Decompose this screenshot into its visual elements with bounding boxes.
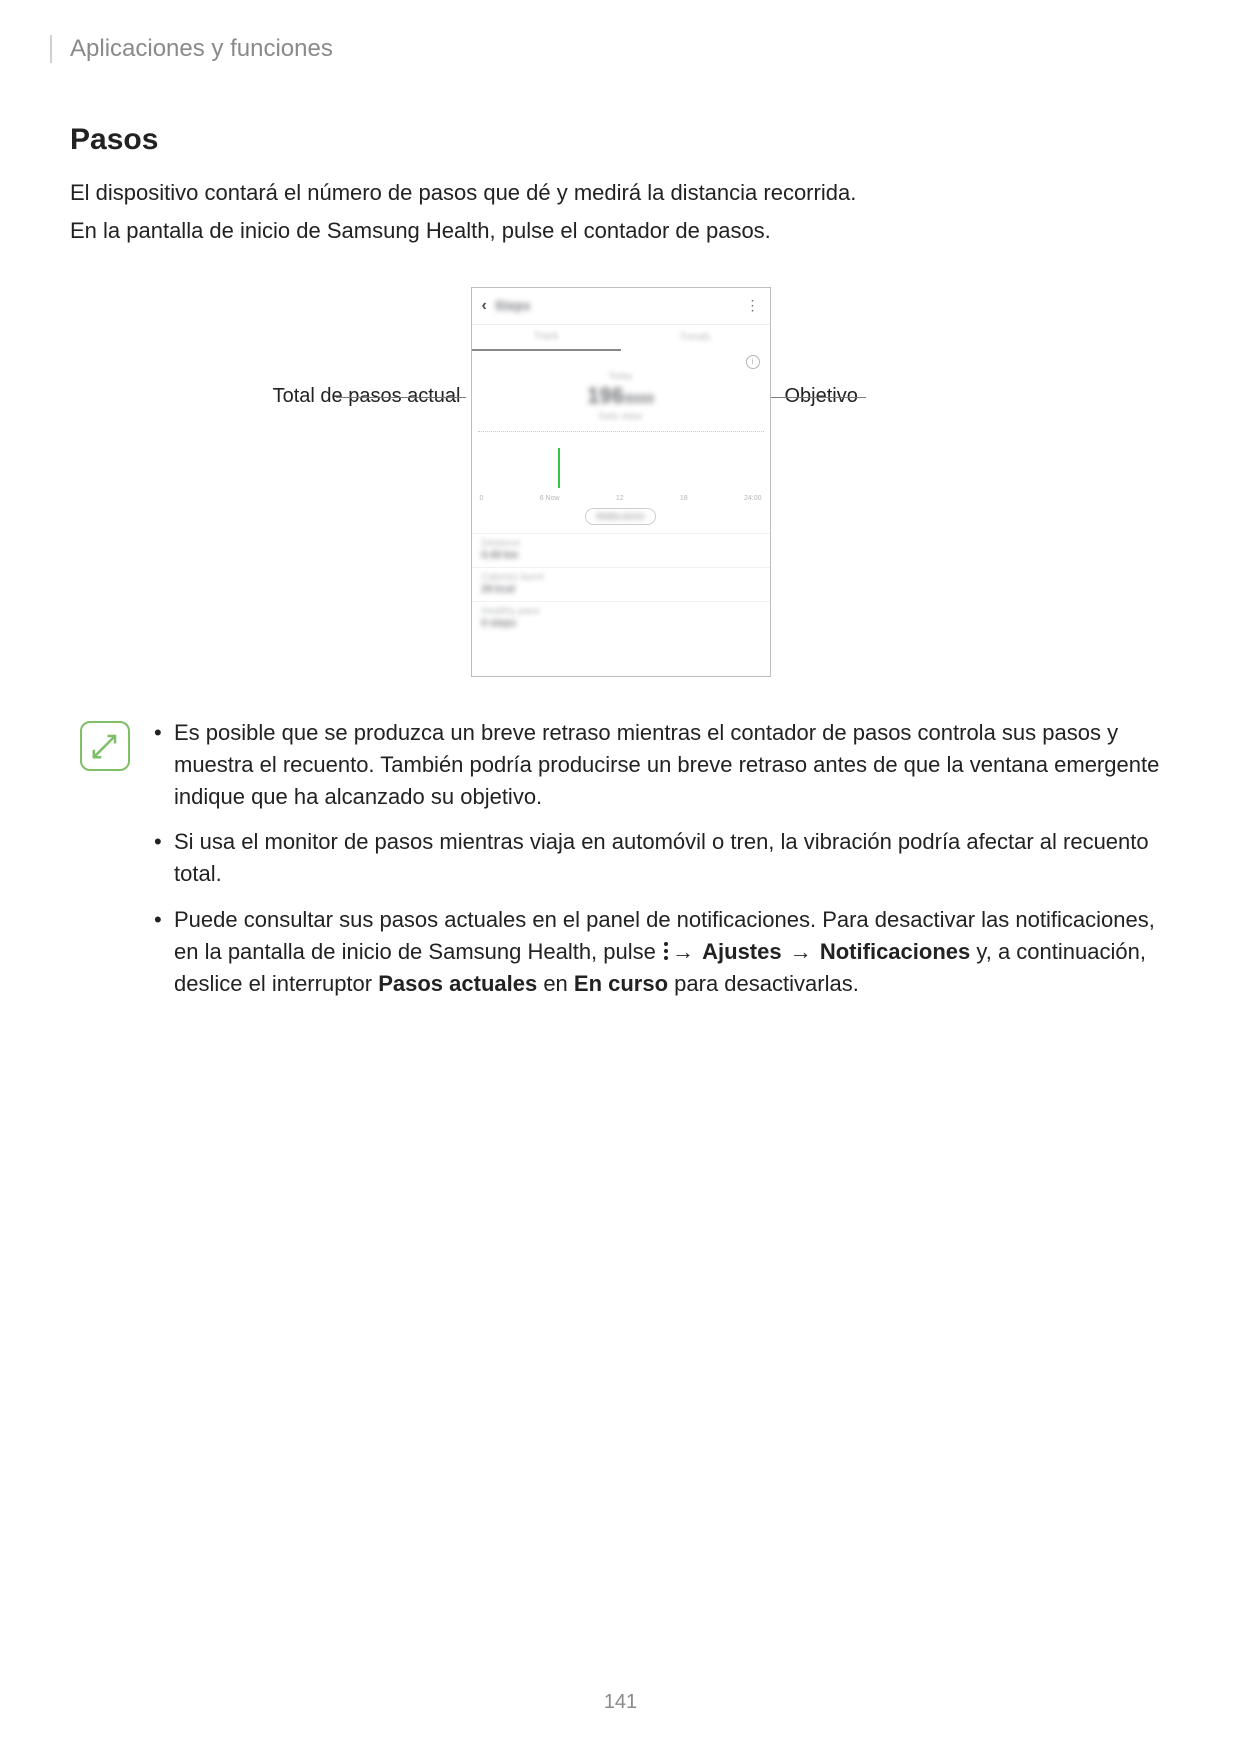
leader-line-left: [336, 397, 466, 398]
chart-bar: [558, 448, 560, 488]
breadcrumb: Aplicaciones y funciones: [50, 35, 1171, 63]
axis-tick: 6 Now: [540, 495, 560, 502]
list-item: Calories burnt 29 kcal: [472, 567, 770, 601]
today-label: Today: [608, 371, 632, 381]
axis-tick: 24:00: [744, 495, 762, 502]
more-icon[interactable]: ⋮: [746, 297, 760, 314]
daily-steps-label: Daily steps: [598, 411, 642, 421]
row-value: 0.49 km: [482, 550, 760, 561]
figure: Total de pasos actual Objetivo ‹ Steps ⋮…: [301, 287, 941, 687]
row-value: 0 steps: [482, 618, 760, 629]
page-number: 141: [0, 1691, 1241, 1714]
bold-ajustes: Ajustes: [702, 939, 781, 964]
axis-tick: 18: [680, 495, 688, 502]
axis-tick: 12: [616, 495, 624, 502]
notes-list: Es posible que se produzca un breve retr…: [150, 717, 1171, 1014]
tab-track[interactable]: Track: [472, 325, 621, 351]
intro-paragraph-1: El dispositivo contará el número de paso…: [70, 177, 1171, 209]
screen-title: Steps: [495, 298, 530, 313]
back-icon[interactable]: ‹: [482, 297, 487, 315]
note-item: Si usa el monitor de pasos mientras viaj…: [150, 826, 1171, 890]
row-label: Calories burnt: [482, 572, 760, 583]
more-options-icon: [662, 942, 670, 960]
list-item: Distance 0.49 km: [472, 533, 770, 567]
leader-line-right-2: [816, 397, 866, 398]
step-count: 196/6000: [587, 383, 654, 409]
row-label: Distance: [482, 538, 760, 549]
tab-trends[interactable]: Trends: [621, 325, 770, 351]
bold-encurso: En curso: [574, 971, 668, 996]
intro-paragraph-2: En la pantalla de inicio de Samsung Heal…: [70, 215, 1171, 247]
row-value: 29 kcal: [482, 584, 760, 595]
arrow-icon: →: [788, 936, 814, 968]
bold-pasos: Pasos actuales: [378, 971, 537, 996]
device-chip[interactable]: Mobile phone: [585, 508, 655, 525]
arrow-icon: →: [670, 936, 696, 968]
row-label: Healthy pace: [482, 606, 760, 617]
section-title: Pasos: [70, 123, 1171, 157]
bold-notificaciones: Notificaciones: [820, 939, 970, 964]
note-text: para desactivarlas.: [668, 971, 859, 996]
leader-line-right: [771, 397, 816, 398]
list-item: Healthy pace 0 steps: [472, 601, 770, 635]
info-icon[interactable]: i: [746, 355, 760, 369]
note-icon: [80, 721, 130, 771]
note-item: Es posible que se produzca un breve retr…: [150, 717, 1171, 813]
note-item: Puede consultar sus pasos actuales en el…: [150, 904, 1171, 1000]
axis-tick: 0: [480, 495, 484, 502]
steps-chart: 0 6 Now 12 18 24:00: [478, 431, 764, 502]
phone-screenshot: ‹ Steps ⋮ Track Trends i Today 196/: [471, 287, 771, 677]
note-text: en: [537, 971, 574, 996]
